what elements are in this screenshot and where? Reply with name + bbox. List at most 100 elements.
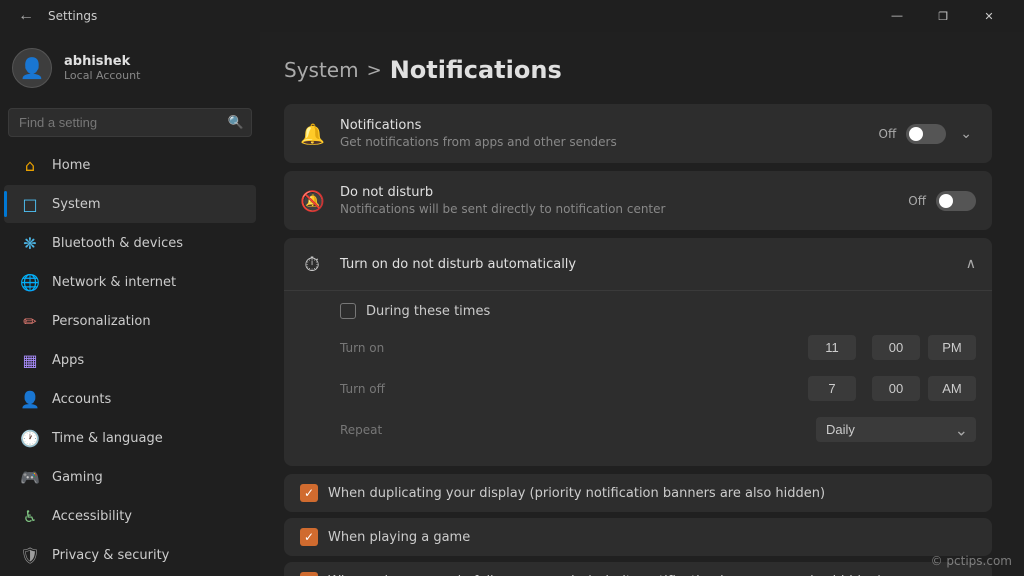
turn-off-minute[interactable] bbox=[872, 376, 920, 401]
notifications-toggle[interactable] bbox=[906, 124, 946, 144]
sidebar-label-gaming: Gaming bbox=[52, 470, 103, 485]
during-times-checkbox[interactable] bbox=[340, 303, 356, 319]
notifications-toggle-thumb bbox=[909, 127, 923, 141]
notifications-controls: Off ⌄ bbox=[879, 123, 976, 144]
time-icon: 🕐 bbox=[20, 428, 40, 448]
checkbox-label-duplicating: When duplicating your display (priority … bbox=[328, 486, 825, 501]
auto-dnd-header[interactable]: ⏱ Turn on do not disturb automatically ∧ bbox=[284, 238, 992, 290]
sidebar-item-bluetooth[interactable]: ❋ Bluetooth & devices bbox=[4, 224, 256, 262]
repeat-row: Repeat Daily Weekdays Weekends bbox=[340, 409, 976, 450]
titlebar-controls: — ❐ ✕ bbox=[874, 0, 1012, 32]
checkbox-fullscreen[interactable] bbox=[300, 572, 318, 576]
user-type: Local Account bbox=[64, 69, 140, 82]
notifications-chevron-button[interactable]: ⌄ bbox=[956, 123, 976, 144]
dnd-toggle-label: Off bbox=[908, 194, 926, 208]
dnd-controls: Off bbox=[908, 191, 976, 211]
auto-dnd-chevron-icon: ∧ bbox=[966, 256, 976, 272]
sidebar-item-time[interactable]: 🕐 Time & language bbox=[4, 419, 256, 457]
sidebar-item-network[interactable]: 🌐 Network & internet bbox=[4, 263, 256, 301]
sidebar-label-personalization: Personalization bbox=[52, 314, 151, 329]
turn-off-hour[interactable] bbox=[808, 376, 856, 401]
search-icon: 🔍 bbox=[228, 115, 244, 130]
sidebar-item-accounts[interactable]: 👤 Accounts bbox=[4, 380, 256, 418]
repeat-label: Repeat bbox=[340, 423, 400, 437]
sidebar-label-privacy: Privacy & security bbox=[52, 548, 169, 563]
sidebar-label-apps: Apps bbox=[52, 353, 84, 368]
network-icon: 🌐 bbox=[20, 272, 40, 292]
search-input[interactable] bbox=[8, 108, 252, 137]
dnd-icon: 🔕 bbox=[300, 189, 324, 213]
user-name: abhishek bbox=[64, 54, 140, 69]
sidebar-item-accessibility[interactable]: ♿ Accessibility bbox=[4, 497, 256, 535]
personalization-icon: ✏ bbox=[20, 311, 40, 331]
sidebar-label-bluetooth: Bluetooth & devices bbox=[52, 236, 183, 251]
nav-container: ⌂ Home □ System ❋ Bluetooth & devices 🌐 … bbox=[0, 145, 260, 576]
checkbox-gaming[interactable] bbox=[300, 528, 318, 546]
sidebar-item-apps[interactable]: ▦ Apps bbox=[4, 341, 256, 379]
dnd-toggle[interactable] bbox=[936, 191, 976, 211]
notifications-toggle-label: Off bbox=[879, 127, 897, 141]
sidebar-label-time: Time & language bbox=[52, 431, 163, 446]
turn-off-period[interactable] bbox=[928, 376, 976, 401]
checkbox-option-fullscreen: When using an app in full-screen mode (p… bbox=[284, 562, 992, 576]
sidebar: 👤 abhishek Local Account 🔍 ⌂ Home □ Syst… bbox=[0, 32, 260, 576]
turn-on-hour[interactable] bbox=[808, 335, 856, 360]
notifications-title: Notifications bbox=[340, 118, 863, 133]
content-area: System > Notifications 🔔 Notifications G… bbox=[260, 32, 1024, 576]
auto-dnd-title: Turn on do not disturb automatically bbox=[340, 257, 950, 272]
sidebar-item-home[interactable]: ⌂ Home bbox=[4, 146, 256, 184]
notification-bell-icon: 🔔 bbox=[300, 122, 324, 146]
during-times-label: During these times bbox=[366, 304, 490, 319]
turn-on-period[interactable] bbox=[928, 335, 976, 360]
auto-dnd-section: ⏱ Turn on do not disturb automatically ∧… bbox=[284, 238, 992, 466]
turn-on-minute[interactable] bbox=[872, 335, 920, 360]
accounts-icon: 👤 bbox=[20, 389, 40, 409]
notifications-row: 🔔 Notifications Get notifications from a… bbox=[284, 104, 992, 163]
repeat-select[interactable]: Daily Weekdays Weekends bbox=[816, 417, 976, 442]
breadcrumb-separator: > bbox=[367, 60, 382, 81]
checkbox-duplicating[interactable] bbox=[300, 484, 318, 502]
turn-on-row: Turn on bbox=[340, 327, 976, 368]
avatar: 👤 bbox=[12, 48, 52, 88]
sidebar-label-network: Network & internet bbox=[52, 275, 176, 290]
titlebar: ← Settings — ❐ ✕ bbox=[0, 0, 1024, 32]
turn-on-label: Turn on bbox=[340, 341, 400, 355]
bluetooth-icon: ❋ bbox=[20, 233, 40, 253]
close-button[interactable]: ✕ bbox=[966, 0, 1012, 32]
privacy-icon: 🛡 bbox=[20, 545, 40, 565]
sidebar-label-home: Home bbox=[52, 158, 90, 173]
user-profile[interactable]: 👤 abhishek Local Account bbox=[0, 32, 260, 104]
sidebar-label-system: System bbox=[52, 197, 100, 212]
user-info: abhishek Local Account bbox=[64, 54, 140, 82]
search-box[interactable]: 🔍 bbox=[8, 108, 252, 137]
titlebar-title: Settings bbox=[48, 9, 97, 23]
sidebar-item-personalization[interactable]: ✏ Personalization bbox=[4, 302, 256, 340]
turn-off-label: Turn off bbox=[340, 382, 400, 396]
back-button[interactable]: ← bbox=[12, 5, 40, 27]
dnd-row: 🔕 Do not disturb Notifications will be s… bbox=[284, 171, 992, 230]
during-times-row: During these times bbox=[340, 291, 976, 327]
auto-dnd-content: During these times Turn on Turn off bbox=[284, 290, 992, 466]
notifications-text: Notifications Get notifications from app… bbox=[340, 118, 863, 149]
restore-button[interactable]: ❐ bbox=[920, 0, 966, 32]
sidebar-item-system[interactable]: □ System bbox=[4, 185, 256, 223]
home-icon: ⌂ bbox=[20, 155, 40, 175]
sidebar-item-privacy[interactable]: 🛡 Privacy & security bbox=[4, 536, 256, 574]
dnd-text: Do not disturb Notifications will be sen… bbox=[340, 185, 892, 216]
checkbox-option-duplicating: When duplicating your display (priority … bbox=[284, 474, 992, 512]
repeat-select-wrap: Daily Weekdays Weekends bbox=[816, 417, 976, 442]
breadcrumb: System > Notifications bbox=[284, 56, 992, 84]
minimize-button[interactable]: — bbox=[874, 0, 920, 32]
breadcrumb-current: Notifications bbox=[390, 56, 562, 84]
checkbox-option-gaming: When playing a game bbox=[284, 518, 992, 556]
sidebar-label-accessibility: Accessibility bbox=[52, 509, 132, 524]
dnd-desc: Notifications will be sent directly to n… bbox=[340, 202, 892, 216]
apps-icon: ▦ bbox=[20, 350, 40, 370]
notifications-card: 🔔 Notifications Get notifications from a… bbox=[284, 104, 992, 163]
titlebar-left: ← Settings bbox=[12, 5, 97, 27]
dnd-toggle-thumb bbox=[939, 194, 953, 208]
sidebar-item-gaming[interactable]: 🎮 Gaming bbox=[4, 458, 256, 496]
accessibility-icon: ♿ bbox=[20, 506, 40, 526]
breadcrumb-parent[interactable]: System bbox=[284, 58, 359, 82]
dnd-card: 🔕 Do not disturb Notifications will be s… bbox=[284, 171, 992, 230]
